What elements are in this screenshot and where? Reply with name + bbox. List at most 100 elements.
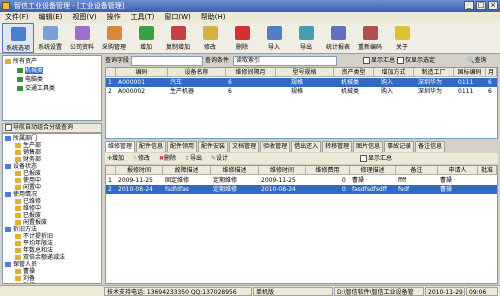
tab-accidents[interactable]: 事故记录 (384, 141, 415, 152)
tab-notes[interactable]: 备注信息 (415, 141, 446, 152)
about-button[interactable]: 关于 (386, 23, 418, 53)
menu-edit[interactable]: 编辑(E) (34, 12, 68, 23)
table-cell: 2010-08-24 (261, 186, 296, 193)
status-date: 2010-11-29 (425, 287, 465, 296)
show-summary-checkbox[interactable]: 显示汇总 (363, 55, 395, 66)
tab-transfer[interactable]: 转移管理 (322, 141, 353, 152)
menu-view[interactable]: 视图(V) (67, 12, 101, 23)
import-button[interactable]: 导入 (258, 23, 290, 53)
import-icon (266, 26, 282, 40)
settings-icon (42, 26, 58, 40)
query-field-select[interactable] (131, 56, 203, 66)
item-icon (15, 220, 21, 225)
table-cell: fasdfsdfsdff (352, 186, 387, 193)
column-header[interactable]: 型号规格 (276, 68, 334, 77)
tab-parts-install[interactable]: 配件安装 (198, 141, 229, 152)
column-header[interactable]: 报修时间 (116, 166, 163, 175)
tab-parts-info[interactable]: 配件信息 (136, 141, 167, 152)
tab-acceptance[interactable]: 验收管理 (260, 141, 291, 152)
nav-panel-checkbox[interactable] (5, 124, 12, 131)
edit-button[interactable]: 修改 (194, 23, 226, 53)
tree-item-vehicles[interactable]: 交通工具类 (17, 85, 55, 93)
menu-window[interactable]: 窗口(W) (159, 12, 195, 23)
item-icon (15, 157, 21, 162)
group-icon (5, 136, 11, 141)
tab-parts-use[interactable]: 配件领用 (167, 141, 198, 152)
table-cell: 定期维修 (213, 177, 238, 184)
tree-item-all-assets[interactable]: 所有资产 (5, 58, 37, 66)
column-header[interactable]: 维修描述 (211, 166, 259, 175)
menu-tools[interactable]: 工具(T) (126, 12, 160, 23)
column-header[interactable]: 维修间隔月 (226, 68, 276, 77)
close-button[interactable]: × (488, 1, 498, 10)
tab-documents[interactable]: 文档管理 (229, 141, 260, 152)
report-button[interactable]: 统计报表 (322, 23, 354, 53)
table-cell: 6 (228, 88, 232, 95)
tab-lend-return[interactable]: 借出还入 (291, 141, 322, 152)
item-icon (15, 206, 21, 211)
recode-button[interactable]: 重新编码 (354, 23, 386, 53)
column-header[interactable]: 设备名称 (168, 68, 226, 77)
column-header[interactable]: 编码 (116, 68, 168, 77)
column-header[interactable]: 申请人 (438, 166, 478, 175)
table-row[interactable]: 1 2009-11-25 固定维修 定期维修 2009-11-25 0 曹操 f… (106, 176, 497, 185)
column-header[interactable]: 国标编码 (454, 68, 486, 77)
table-cell: 固定维修 (165, 177, 190, 184)
copy-add-button[interactable]: 复制增加 (162, 23, 194, 53)
column-header[interactable]: 增加方式 (374, 68, 414, 77)
detail-show-summary-checkbox[interactable]: 显示汇总 (360, 153, 392, 164)
show-selected-checkbox[interactable]: 仅显示选定 (397, 55, 435, 66)
tree-item-computers[interactable]: 电脑类 (17, 76, 43, 84)
column-header[interactable]: 维修费用 (306, 166, 350, 175)
column-header[interactable]: 故障描述 (163, 166, 211, 175)
group-icon (5, 192, 11, 197)
table-cell: 6 (488, 79, 492, 86)
menu-file[interactable]: 文件(F) (0, 12, 34, 23)
table-row[interactable]: 1 A000001 汽车 6 规格 机械类 购入 深圳华为 0111 6 (106, 78, 497, 87)
tree-item-machinery[interactable]: 机械类 (17, 67, 44, 75)
tab-pictures[interactable]: 图片信息 (353, 141, 384, 152)
column-header[interactable]: 资产类型 (334, 68, 374, 77)
detail-add-button[interactable]: ✚增加 (107, 153, 124, 164)
column-header[interactable]: 备注 (396, 166, 438, 175)
main-toolbar: 系统选项 系统设置 公司资料 采购管理 增加 复制增加 修改 删除 导入 导出 … (0, 23, 500, 54)
table-cell: 购入 (381, 79, 394, 86)
app-icon (2, 2, 10, 10)
tab-maintenance[interactable]: 维修管理 (105, 141, 136, 152)
maximize-button[interactable]: □ (476, 1, 486, 10)
title-bar: 智信工业设备管理 - [工业设备管理] _ □ × (0, 0, 500, 12)
nav-item[interactable]: 孙权 (15, 282, 35, 283)
export-button[interactable]: 导出 (290, 23, 322, 53)
column-header[interactable]: 维修时间 (259, 166, 306, 175)
detail-edit-button[interactable]: ✎修改 (133, 153, 150, 164)
table-row[interactable]: 2 A000002 生产机器 6 规格 机械类 购入 深圳华为 0111 6 (106, 87, 497, 96)
column-header[interactable]: 制造工厂 (414, 68, 454, 77)
search-button[interactable]: 🔍查询 (467, 55, 487, 66)
row-number: 1 (108, 177, 112, 184)
menu-help[interactable]: 帮助(H) (196, 12, 231, 23)
purchase-button[interactable]: 采购管理 (98, 23, 130, 53)
column-header[interactable]: 修理描述 (350, 166, 396, 175)
table-cell: 曹操 (440, 177, 453, 184)
minimize-button[interactable]: _ (464, 1, 474, 10)
group-icon (5, 262, 11, 267)
query-condition-input[interactable]: 读取索引 (233, 56, 337, 66)
detail-delete-button[interactable]: ✖删除 (159, 153, 176, 164)
delete-button[interactable]: 删除 (226, 23, 258, 53)
menu-bar: 文件(F) 编辑(E) 视图(V) 操作 工具(T) 窗口(W) 帮助(H) (0, 12, 500, 23)
company-info-button[interactable]: 公司资料 (66, 23, 98, 53)
system-options-button[interactable]: 系统选项 (2, 23, 34, 53)
add-button[interactable]: 增加 (130, 23, 162, 53)
system-settings-button[interactable]: 系统设置 (34, 23, 66, 53)
column-header[interactable]: 月 (486, 68, 497, 77)
nav-panel-header[interactable]: 导航自动组合分级查询 (2, 123, 102, 133)
detail-export-button[interactable]: ⇪导出 (185, 153, 202, 164)
menu-operate[interactable]: 操作 (102, 12, 126, 23)
detail-design-button[interactable]: ✎设计 (211, 153, 228, 164)
table-cell: 曹操 (352, 177, 365, 184)
row-num-header (106, 166, 116, 175)
table-cell: 生产机器 (170, 88, 195, 95)
table-row[interactable]: 2 2010-08-24 fsdfdfas 定期维修 2010-08-24 0 … (106, 185, 497, 194)
column-header[interactable]: 批准 (478, 166, 497, 175)
table-cell: fsdfdfas (165, 186, 189, 193)
